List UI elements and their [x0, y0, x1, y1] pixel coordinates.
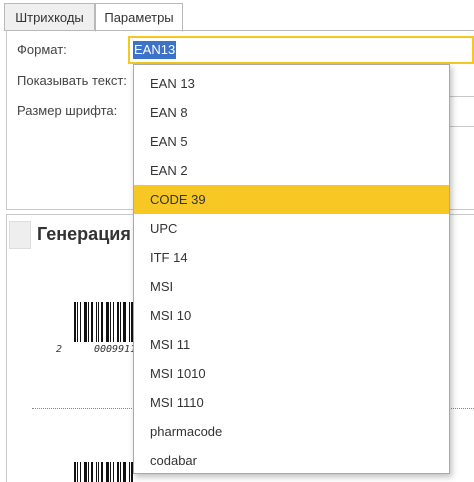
tab-barcodes-label: Штрихкоды	[15, 9, 84, 25]
collapse-toggle[interactable]	[9, 221, 31, 249]
barcode-bar	[113, 462, 114, 482]
dropdown-option[interactable]: EAN 5	[134, 127, 449, 156]
barcode-bar	[129, 462, 130, 482]
barcode-image	[74, 302, 135, 342]
barcode-bar	[120, 462, 121, 482]
barcode-bar	[110, 462, 111, 482]
barcode-bar	[101, 462, 103, 482]
barcode-bar	[123, 302, 126, 342]
dropdown-option[interactable]: MSI 11	[134, 330, 449, 359]
tab-parameters[interactable]: Параметры	[95, 3, 183, 32]
format-dropdown-list[interactable]: EAN 13 EAN 8 EAN 5 EAN 2 CODE 39 UPC ITF 14 MSI…	[133, 64, 450, 474]
dropdown-option[interactable]: EAN 2	[134, 156, 449, 185]
barcode-bar	[91, 302, 93, 342]
barcode-bar	[96, 302, 97, 342]
dropdown-option[interactable]: MSI 1010	[134, 359, 449, 388]
barcode-first-digit: 2	[56, 344, 63, 355]
barcode-bar	[88, 462, 89, 482]
dropdown-option[interactable]: MSI 10	[134, 301, 449, 330]
format-input-value: EAN13	[133, 41, 177, 59]
barcode-bar	[110, 302, 111, 342]
barcode-bar	[117, 302, 119, 342]
show-text-label: Показывать текст:	[17, 73, 127, 88]
barcode-bar	[120, 302, 121, 342]
barcode-bar	[88, 302, 89, 342]
barcode-bar	[80, 462, 81, 482]
dropdown-option[interactable]: EAN 8	[134, 98, 449, 127]
dropdown-option[interactable]: pharmacode	[134, 417, 449, 446]
barcode-bar	[77, 462, 78, 482]
barcode-bar	[96, 462, 97, 482]
barcode-bar	[106, 462, 109, 482]
barcode-bar	[74, 302, 76, 342]
barcode-bar	[101, 302, 103, 342]
barcode-bar	[113, 302, 114, 342]
barcode-bar	[106, 302, 109, 342]
generation-title: Генерация штрихкодов	[37, 224, 133, 244]
barcode-bar	[123, 462, 126, 482]
barcode-bar	[117, 462, 119, 482]
font-size-label: Размер шрифта:	[17, 103, 118, 118]
barcode-bar	[98, 302, 99, 342]
barcode-bar	[77, 302, 78, 342]
barcode-image	[74, 462, 135, 482]
dropdown-option[interactable]: codabar	[134, 446, 449, 475]
barcode-bar	[80, 302, 81, 342]
format-label: Формат:	[17, 42, 67, 57]
barcode-bar	[84, 302, 87, 342]
dropdown-option[interactable]: UPC	[134, 214, 449, 243]
barcode-bar	[98, 462, 99, 482]
format-input[interactable]: EAN13	[128, 36, 474, 64]
tab-parameters-label: Параметры	[104, 10, 174, 25]
dropdown-option[interactable]: ITF 14	[134, 243, 449, 272]
barcode-bar	[74, 462, 76, 482]
tab-bar: Штрихкоды Параметры	[0, 0, 474, 32]
dropdown-option[interactable]: MSI	[134, 272, 449, 301]
barcode-bar	[84, 462, 87, 482]
dropdown-option[interactable]: CODE 39	[134, 185, 449, 214]
tab-barcodes[interactable]: Штрихкоды	[4, 3, 95, 31]
barcode-number: 0009911	[94, 344, 134, 355]
dropdown-option[interactable]: EAN 13	[134, 69, 449, 98]
barcode-bar	[129, 302, 130, 342]
barcode-bar	[91, 462, 93, 482]
dropdown-option[interactable]: MSI 1110	[134, 388, 449, 417]
